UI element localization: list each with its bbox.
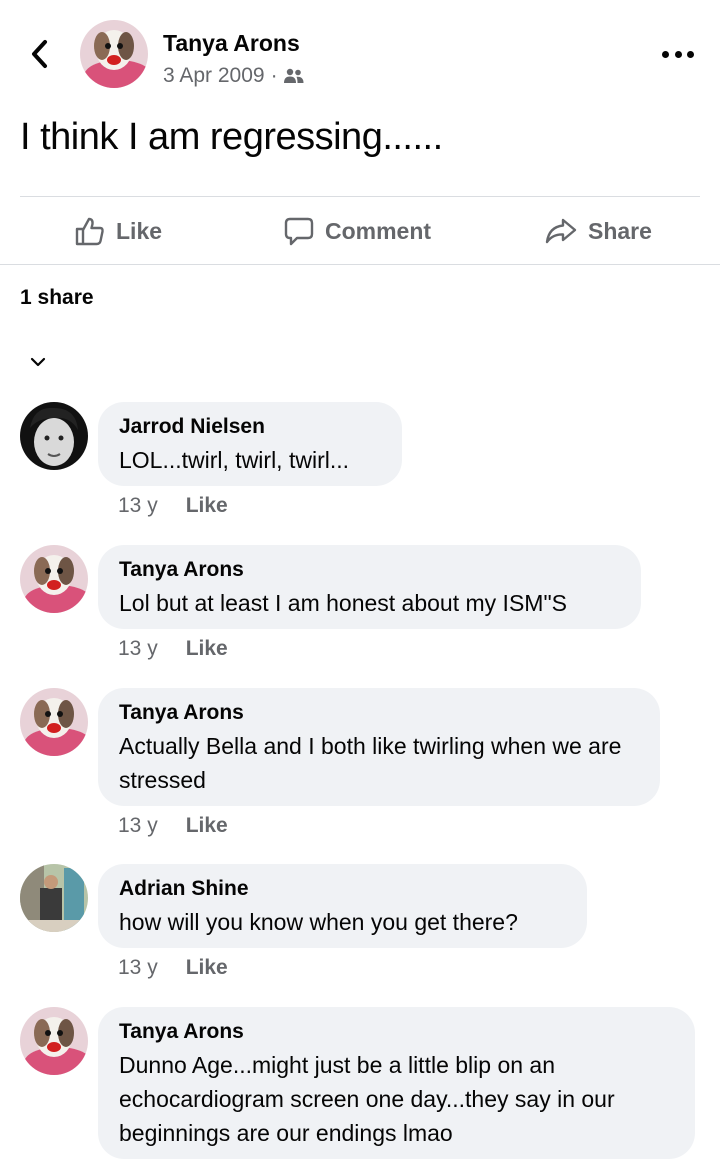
commenter-avatar[interactable]	[20, 545, 88, 613]
comment-like-button[interactable]: Like	[186, 637, 228, 661]
meta-separator: ·	[270, 64, 278, 87]
comment-time: 13 y	[118, 814, 158, 837]
comment-meta: 13 y Like	[118, 637, 228, 661]
comment-bubble[interactable]: Jarrod Nielsen LOL...twirl, twirl, twirl…	[98, 402, 402, 486]
more-dot-icon	[662, 50, 669, 58]
comment-like-button[interactable]: Like	[186, 494, 228, 518]
commenter-name[interactable]: Adrian Shine	[119, 876, 566, 902]
comment-time: 13 y	[118, 494, 158, 517]
post-header: Tanya Arons 3 Apr 2009 ·	[0, 0, 720, 110]
comment-icon	[284, 217, 314, 246]
comment-like-button[interactable]: Like	[186, 956, 228, 980]
comment-text: LOL...twirl, twirl, twirl...	[119, 447, 350, 473]
comment-like-button[interactable]: Like	[186, 814, 228, 838]
post-date[interactable]: 3 Apr 2009	[163, 64, 265, 88]
share-count[interactable]: 1 share	[20, 286, 94, 310]
commenter-name[interactable]: Tanya Arons	[119, 557, 620, 583]
more-options-button[interactable]	[662, 44, 694, 64]
author-avatar[interactable]	[80, 20, 148, 88]
comment-bubble[interactable]: Adrian Shine how will you know when you …	[98, 864, 587, 948]
comment-text: Actually Bella and I both like twirling …	[119, 733, 622, 793]
share-button[interactable]: Share	[544, 198, 652, 264]
comment-bubble[interactable]: Tanya Arons Actually Bella and I both li…	[98, 688, 660, 806]
post-text: I think I am regressing......	[20, 116, 443, 158]
commenter-name[interactable]: Tanya Arons	[119, 1019, 674, 1045]
more-dot-icon	[674, 50, 682, 58]
comment-text: Lol but at least I am honest about my IS…	[119, 590, 567, 616]
chevron-down-icon	[30, 357, 46, 367]
more-dot-icon	[687, 50, 694, 58]
back-button[interactable]	[24, 34, 56, 74]
comment-time: 13 y	[118, 637, 158, 660]
comment-meta: 13 y Like	[118, 956, 228, 980]
commenter-avatar[interactable]	[20, 688, 88, 756]
share-icon	[545, 218, 577, 244]
commenter-avatar[interactable]	[20, 1007, 88, 1075]
commenter-name[interactable]: Jarrod Nielsen	[119, 414, 381, 440]
comment-bubble[interactable]: Tanya Arons Lol but at least I am honest…	[98, 545, 641, 629]
author-name[interactable]: Tanya Arons	[163, 30, 300, 57]
comment-meta: 13 y Like	[118, 494, 228, 518]
thumbs-up-icon	[75, 217, 104, 246]
like-button[interactable]: Like	[74, 198, 162, 264]
divider	[0, 264, 720, 265]
comment-text: Dunno Age...might just be a little blip …	[119, 1052, 615, 1146]
chevron-left-icon	[32, 40, 47, 68]
commenter-avatar[interactable]	[20, 402, 88, 470]
friends-icon	[283, 68, 304, 83]
comment-meta: 13 y Like	[118, 814, 228, 838]
post-actions: Like Comment Share	[0, 198, 720, 264]
commenter-avatar[interactable]	[20, 864, 88, 932]
post-meta: 3 Apr 2009 ·	[163, 64, 304, 88]
comment-text: how will you know when you get there?	[119, 909, 518, 935]
comment-time: 13 y	[118, 956, 158, 979]
comment-bubble[interactable]: Tanya Arons Dunno Age...might just be a …	[98, 1007, 695, 1159]
commenter-name[interactable]: Tanya Arons	[119, 700, 639, 726]
like-label: Like	[116, 217, 163, 244]
divider	[20, 196, 700, 197]
comment-button[interactable]: Comment	[283, 198, 720, 264]
share-label: Share	[588, 217, 652, 244]
comments-sort-toggle[interactable]	[26, 350, 50, 374]
comment-label: Comment	[325, 217, 432, 244]
